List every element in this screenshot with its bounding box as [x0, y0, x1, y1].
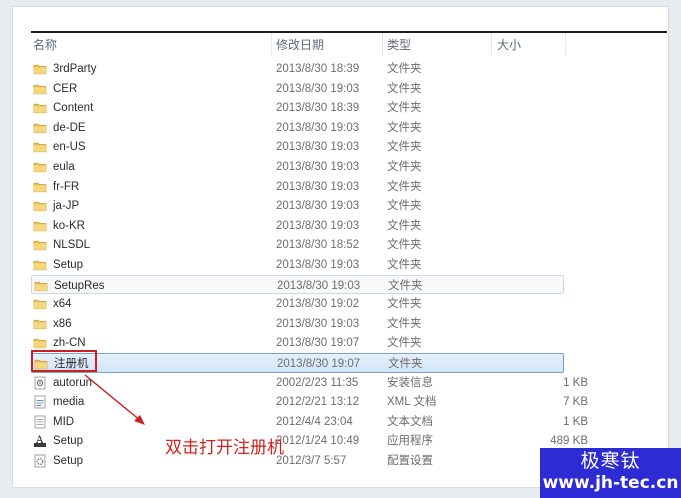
annotation-text: 双击打开注册机 [165, 438, 284, 458]
annotation-arrow [84, 374, 145, 425]
explorer-window: 名称 修改日期 类型 大小 3rdParty 2013/8/30 18:39 文件夹… [12, 6, 669, 488]
watermark-title: 极寒钛 [580, 450, 641, 472]
watermark: 极寒钛 www.jh-tec.cn [540, 448, 681, 498]
watermark-url: www.jh-tec.cn [542, 473, 679, 493]
